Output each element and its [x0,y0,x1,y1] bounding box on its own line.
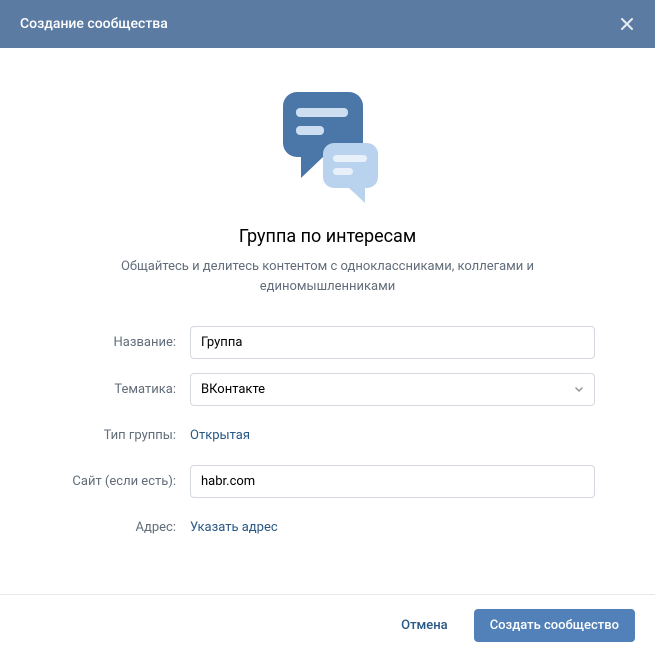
group-type-link[interactable]: Открытая [190,420,595,451]
modal-body: Группа по интересам Общайтесь и делитесь… [0,48,655,594]
close-icon [619,16,635,32]
topic-row: Тематика: ВКонтакте [60,373,595,406]
topic-label: Тематика: [60,382,190,397]
modal-footer: Отмена Создать сообщество [0,594,655,656]
hero-title: Группа по интересам [60,226,595,247]
name-input[interactable] [190,326,595,359]
topic-select-value: ВКонтакте [190,373,595,406]
group-type-row: Тип группы: Открытая [60,420,595,451]
address-link[interactable]: Указать адрес [190,512,595,543]
form: Название: Тематика: ВКонтакте Тип груп [60,326,595,543]
create-button[interactable]: Создать сообщество [474,609,635,642]
address-row: Адрес: Указать адрес [60,512,595,543]
website-input[interactable] [190,465,595,498]
website-label: Сайт (если есть): [60,474,190,489]
topic-select[interactable]: ВКонтакте [190,373,595,406]
group-type-label: Тип группы: [60,428,190,443]
hero-subtitle: Общайтесь и делитесь контентом с однокла… [60,257,595,296]
chat-bubbles-icon [60,88,595,208]
hero-section: Группа по интересам Общайтесь и делитесь… [60,88,595,296]
modal-title: Создание сообщества [20,16,168,32]
cancel-button[interactable]: Отмена [385,609,464,642]
address-label: Адрес: [60,520,190,535]
website-row: Сайт (если есть): [60,465,595,498]
name-label: Название: [60,335,190,350]
name-row: Название: [60,326,595,359]
modal-header: Создание сообщества [0,0,655,48]
close-button[interactable] [619,16,635,32]
